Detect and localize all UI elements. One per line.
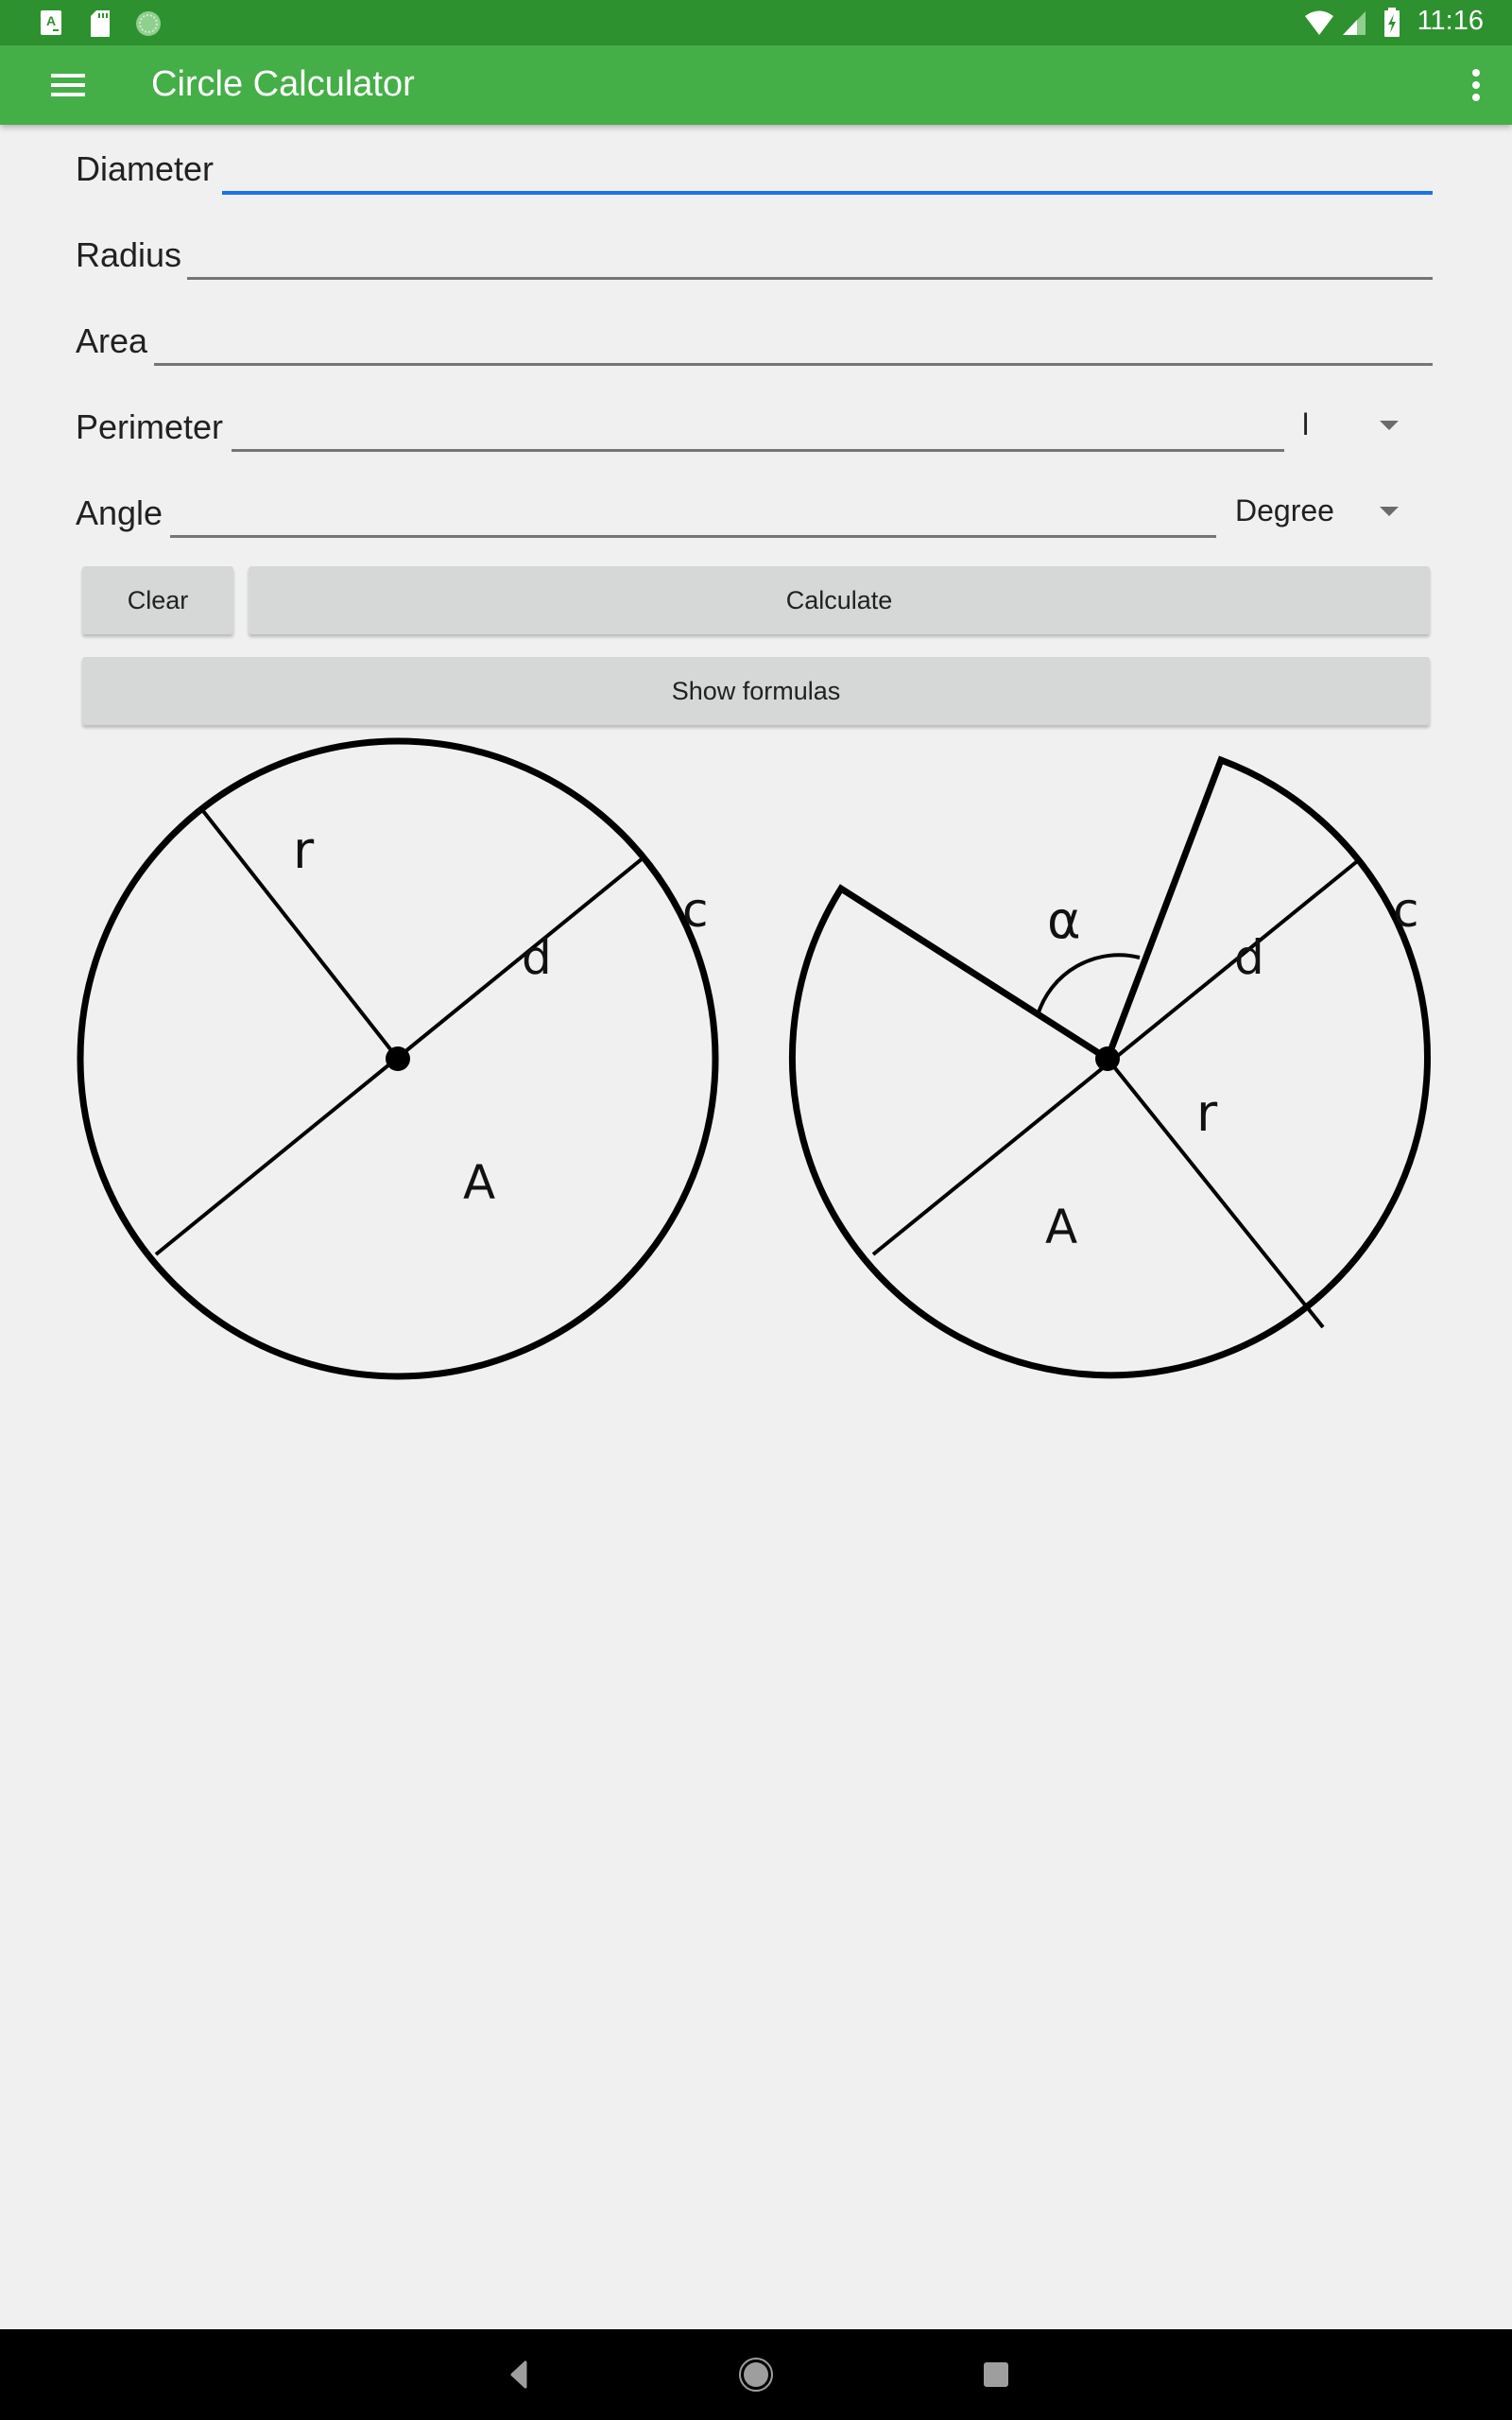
recents-icon[interactable] xyxy=(940,2329,1054,2420)
angle-unit-dropdown[interactable]: Degree xyxy=(1235,486,1415,543)
sd-card-icon xyxy=(91,10,110,37)
clock: 11:16 xyxy=(1417,6,1484,36)
perimeter-label: Perimeter xyxy=(76,407,224,446)
angle-row: Angle Degree xyxy=(76,486,1429,543)
sync-progress-icon xyxy=(136,11,161,36)
show-formulas-button[interactable]: Show formulas xyxy=(82,657,1430,725)
perimeter-unit-value: l xyxy=(1302,407,1310,441)
angle-unit-value: Degree xyxy=(1235,493,1334,527)
center-point xyxy=(1095,1046,1120,1071)
wifi-icon xyxy=(1305,10,1333,35)
diameter-input[interactable] xyxy=(222,142,1433,195)
font-download-icon: A xyxy=(41,10,61,35)
area-label: A xyxy=(463,1155,495,1210)
radius-label: Radius xyxy=(76,235,182,274)
perimeter-input[interactable] xyxy=(232,400,1284,452)
hamburger-menu-icon[interactable] xyxy=(49,70,87,100)
home-icon[interactable] xyxy=(699,2329,813,2420)
perimeter-row: Perimeter l xyxy=(76,400,1429,457)
sector-diagram: α d c r A xyxy=(789,755,1431,1379)
angle-label: Angle xyxy=(76,493,163,532)
angle-input[interactable] xyxy=(170,486,1216,538)
circumference-label: c xyxy=(682,883,709,938)
circle-diagram: r d c A xyxy=(77,737,719,1380)
back-icon[interactable] xyxy=(458,2329,572,2420)
chevron-down-icon xyxy=(1380,421,1399,430)
diameter-label: d xyxy=(1234,930,1264,985)
area-label: A xyxy=(1045,1200,1077,1254)
radius-label: r xyxy=(293,821,315,880)
app-title: Circle Calculator xyxy=(151,64,415,104)
diameter-label: Diameter xyxy=(76,149,215,188)
center-point xyxy=(386,1046,410,1071)
radius-row: Radius xyxy=(76,228,1433,285)
area-row: Area xyxy=(76,314,1433,371)
circumference-label: c xyxy=(1393,883,1419,938)
perimeter-unit-dropdown[interactable]: l xyxy=(1302,400,1416,457)
diameter-label: d xyxy=(522,930,552,985)
angle-label: α xyxy=(1047,890,1081,950)
navigation-bar xyxy=(0,2329,1512,2420)
cell-signal-icon xyxy=(1343,11,1366,35)
battery-charging-icon xyxy=(1384,8,1400,37)
calculate-button[interactable]: Calculate xyxy=(249,566,1430,634)
chevron-down-icon xyxy=(1380,507,1399,516)
radius-label: r xyxy=(1196,1083,1218,1143)
svg-text:A: A xyxy=(46,13,56,28)
radius-input[interactable] xyxy=(187,228,1433,280)
area-input[interactable] xyxy=(154,314,1433,366)
diameter-row: Diameter xyxy=(76,142,1433,199)
app-bar: Circle Calculator xyxy=(0,45,1512,125)
status-bar: A 11:16 xyxy=(0,0,1512,45)
area-label: Area xyxy=(76,321,148,360)
more-vert-icon[interactable] xyxy=(1467,66,1486,104)
clear-button[interactable]: Clear xyxy=(82,566,233,634)
